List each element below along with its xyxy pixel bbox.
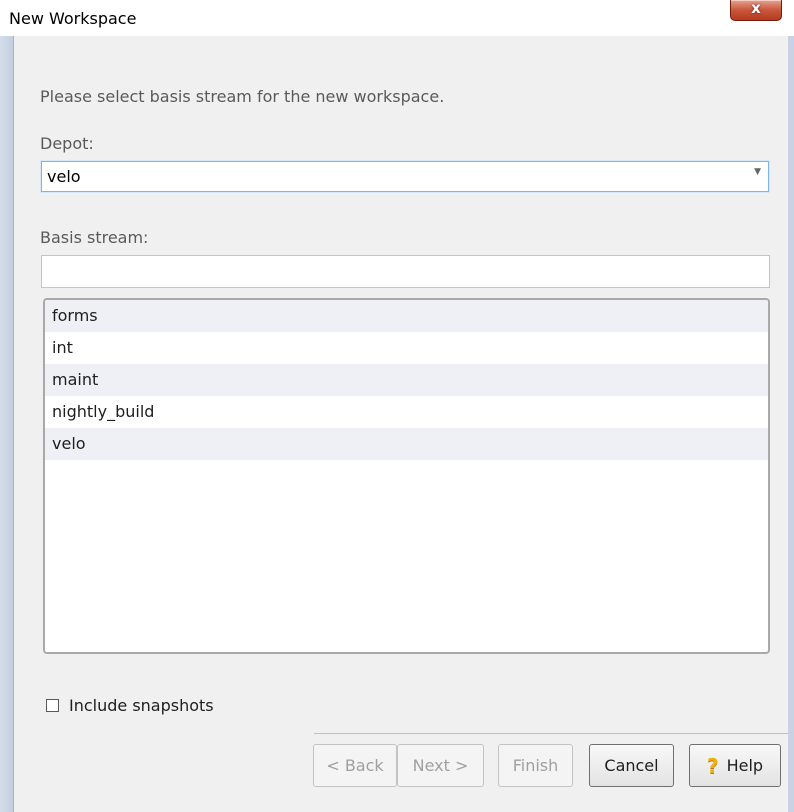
list-item[interactable]: velo bbox=[45, 428, 768, 460]
cancel-button[interactable]: Cancel bbox=[589, 744, 674, 787]
help-button[interactable]: ? Help bbox=[689, 744, 781, 787]
list-item[interactable]: forms bbox=[45, 300, 768, 332]
question-mark-icon: ? bbox=[706, 753, 719, 778]
depot-dropdown[interactable]: velo ▼ bbox=[41, 161, 769, 192]
list-item[interactable]: nightly_build bbox=[45, 396, 768, 428]
basis-stream-filter-input[interactable] bbox=[41, 255, 770, 288]
next-button[interactable]: Next > bbox=[397, 744, 484, 787]
include-snapshots-label: Include snapshots bbox=[69, 695, 214, 715]
back-button-label: < Back bbox=[326, 756, 384, 775]
title-bar: New Workspace x bbox=[0, 0, 794, 36]
cancel-button-label: Cancel bbox=[604, 756, 659, 775]
help-button-label: Help bbox=[726, 756, 764, 775]
window-frame-right bbox=[788, 36, 794, 812]
button-separator bbox=[314, 733, 788, 734]
next-button-label: Next > bbox=[412, 756, 469, 775]
finish-button-label: Finish bbox=[512, 756, 559, 775]
depot-label: Depot: bbox=[40, 134, 94, 153]
close-button[interactable]: x bbox=[730, 0, 782, 21]
window-frame-left bbox=[0, 36, 14, 812]
dialog-content: Please select basis stream for the new w… bbox=[14, 36, 788, 812]
chevron-down-icon: ▼ bbox=[754, 167, 761, 177]
include-snapshots-checkbox[interactable]: Include snapshots bbox=[46, 693, 214, 717]
checkbox-box[interactable] bbox=[46, 698, 59, 712]
close-icon: x bbox=[751, 0, 761, 17]
finish-button[interactable]: Finish bbox=[498, 744, 573, 787]
basis-stream-label: Basis stream: bbox=[40, 228, 149, 247]
window-title: New Workspace bbox=[9, 9, 137, 28]
stream-list[interactable]: forms int maint nightly_build velo bbox=[43, 298, 770, 654]
list-item[interactable]: maint bbox=[45, 364, 768, 396]
depot-selected-value: velo bbox=[47, 167, 81, 186]
back-button[interactable]: < Back bbox=[313, 744, 397, 787]
list-item[interactable]: int bbox=[45, 332, 768, 364]
instruction-text: Please select basis stream for the new w… bbox=[40, 87, 445, 106]
